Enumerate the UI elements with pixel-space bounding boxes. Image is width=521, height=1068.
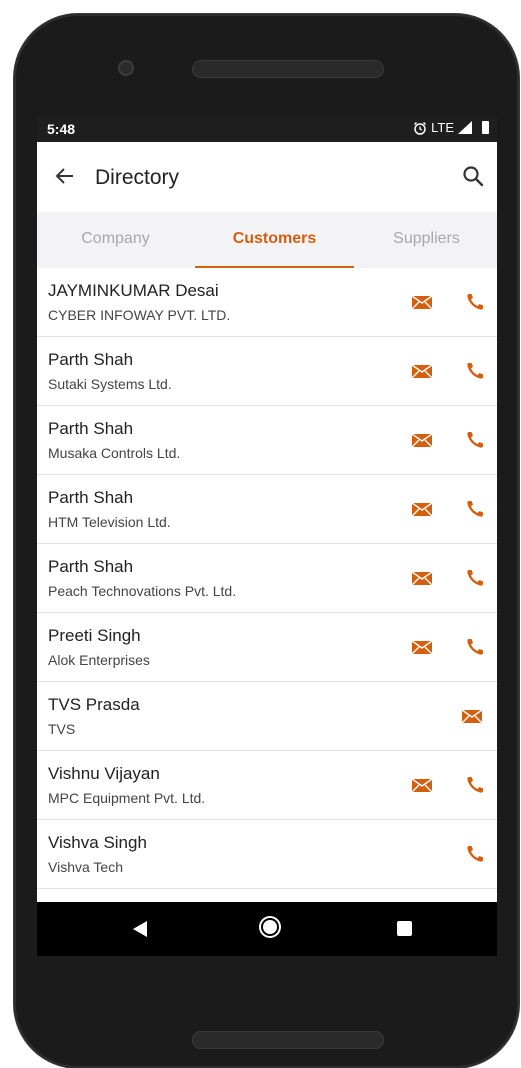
contact-company: HTM Television Ltd.	[48, 514, 171, 530]
list-item[interactable]: JAYMINKUMAR Desai CYBER INFOWAY PVT. LTD.	[37, 268, 497, 337]
alarm-icon	[414, 121, 427, 135]
status-icons: LTE	[413, 120, 489, 135]
contact-name: Parth Shah	[48, 419, 134, 438]
battery-icon	[482, 121, 489, 134]
contact-name: TVS Prasda	[48, 695, 140, 714]
nav-back-icon[interactable]	[133, 921, 147, 937]
list-item[interactable]: Parth Shah Musaka Controls Ltd.	[37, 406, 497, 475]
contact-company: Vishva Tech	[48, 859, 123, 875]
status-time: 5:48	[47, 121, 76, 137]
phone-icon[interactable]	[465, 361, 487, 381]
tab-suppliers[interactable]: Suppliers	[350, 230, 497, 248]
contact-company: Peach Technovations Pvt. Ltd.	[48, 583, 237, 599]
nav-home-icon[interactable]	[263, 920, 277, 934]
email-icon[interactable]	[411, 499, 433, 519]
contact-name: JAYMINKUMAR Desai	[48, 281, 219, 300]
app-screen: 5:48 LTE Directory Company Customers Sup…	[37, 116, 497, 956]
tab-customers[interactable]: Customers	[198, 230, 351, 248]
list-item[interactable]: Parth Shah Peach Technovations Pvt. Ltd.	[37, 544, 497, 613]
tab-company[interactable]: Company	[39, 230, 192, 248]
search-icon[interactable]	[461, 164, 485, 188]
contact-company: Musaka Controls Ltd.	[48, 445, 181, 461]
contact-name: Vishnu Vijayan	[48, 764, 160, 783]
back-arrow-icon[interactable]	[53, 164, 77, 188]
phone-icon[interactable]	[465, 292, 487, 312]
top-speaker	[192, 60, 384, 78]
email-icon[interactable]	[411, 430, 433, 450]
bottom-speaker	[192, 1031, 384, 1049]
contact-company: MPC Equipment Pvt. Ltd.	[48, 790, 206, 806]
email-icon[interactable]	[411, 775, 433, 795]
front-camera	[118, 60, 134, 76]
tab-bar: Company Customers Suppliers	[37, 212, 497, 269]
list-item[interactable]: TVS Prasda TVS	[37, 682, 497, 751]
list-item[interactable]: Preeti Singh Alok Enterprises	[37, 613, 497, 682]
phone-icon[interactable]	[465, 637, 487, 657]
network-type: LTE	[431, 120, 454, 135]
phone-icon[interactable]	[465, 430, 487, 450]
email-icon[interactable]	[411, 637, 433, 657]
email-icon[interactable]	[411, 292, 433, 312]
contact-name: Preeti Singh	[48, 626, 141, 645]
contact-company: CYBER INFOWAY PVT. LTD.	[48, 307, 231, 323]
email-icon[interactable]	[411, 568, 433, 588]
contact-name: Vishva Singh	[48, 833, 147, 852]
list-item[interactable]: Parth Shah HTM Television Ltd.	[37, 475, 497, 544]
nav-recents-icon[interactable]	[397, 921, 412, 936]
contact-name: Parth Shah	[48, 350, 134, 369]
phone-icon[interactable]	[465, 568, 487, 588]
phone-icon[interactable]	[465, 499, 487, 519]
email-icon[interactable]	[411, 361, 433, 381]
list-item[interactable]: Vishva Singh Vishva Tech	[37, 820, 497, 889]
email-icon[interactable]	[461, 706, 483, 726]
contact-company: Sutaki Systems Ltd.	[48, 376, 172, 392]
signal-icon	[458, 121, 472, 134]
phone-icon[interactable]	[465, 775, 487, 795]
contact-name: Parth Shah	[48, 488, 134, 507]
contact-list: JAYMINKUMAR Desai CYBER INFOWAY PVT. LTD.…	[37, 268, 497, 889]
list-item[interactable]: Vishnu Vijayan MPC Equipment Pvt. Ltd.	[37, 751, 497, 820]
app-bar: Directory	[37, 142, 497, 213]
phone-icon[interactable]	[465, 844, 487, 864]
status-bar: 5:48 LTE	[37, 116, 497, 142]
list-item[interactable]: Parth Shah Sutaki Systems Ltd.	[37, 337, 497, 406]
contact-name: Parth Shah	[48, 557, 134, 576]
page-title: Directory	[95, 166, 180, 189]
contact-company: Alok Enterprises	[48, 652, 150, 668]
contact-company: TVS	[48, 721, 76, 737]
system-nav-bar	[37, 902, 497, 956]
